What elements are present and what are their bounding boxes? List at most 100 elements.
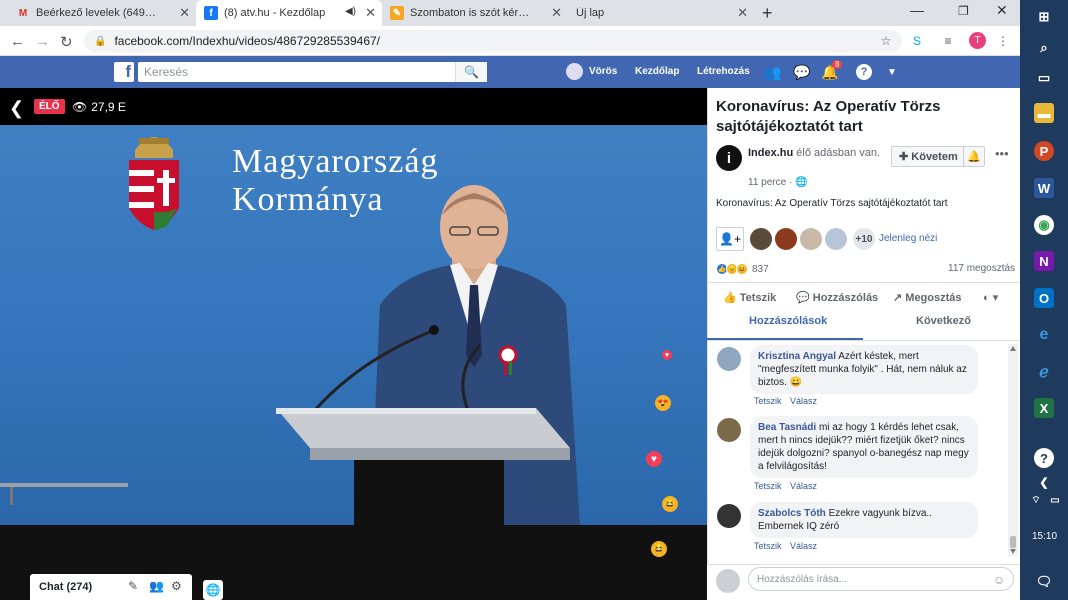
outlook-icon[interactable]: O — [1034, 288, 1054, 308]
tab-new[interactable]: Új lap ✕ — [568, 0, 754, 26]
minimize-button[interactable]: — — [910, 2, 924, 18]
friends-icon[interactable]: 👥 — [764, 64, 781, 81]
word-icon[interactable]: W — [1034, 178, 1054, 198]
help-icon[interactable]: ? — [856, 64, 872, 80]
comment-like-link[interactable]: Tetszik — [754, 396, 782, 406]
action-center-icon[interactable]: 🗨 — [1034, 572, 1054, 592]
account-menu-icon[interactable]: ▼ — [887, 67, 897, 78]
back-arrow-icon[interactable]: ❮ — [9, 98, 24, 119]
more-options-icon[interactable]: ••• — [995, 146, 1009, 161]
nav-home[interactable]: Kezdőlap — [635, 66, 679, 77]
messenger-icon[interactable]: 💬 — [793, 64, 810, 81]
edge-icon[interactable]: e — [1034, 325, 1054, 345]
post-time[interactable]: 11 perce · 🌐 — [748, 177, 808, 188]
playlist-icon[interactable]: ≡ — [940, 33, 956, 49]
back-icon[interactable]: ← — [10, 33, 25, 50]
search-icon[interactable]: ⌕ — [1034, 38, 1054, 58]
emoji-icon[interactable]: ☺ — [993, 573, 1005, 587]
nav-user[interactable]: Vörös — [589, 66, 617, 77]
globe-icon[interactable]: 🌐 — [203, 580, 223, 600]
tab-index[interactable]: ✎ Szombaton is szót kér az operatív ✕ — [382, 0, 568, 26]
speaker-icon[interactable]: ◀) — [345, 6, 356, 17]
windows-start-icon[interactable]: ⊞ — [1034, 7, 1054, 27]
battery-icon[interactable]: ▭ — [1045, 490, 1065, 510]
comment-label: Hozzászólás — [812, 292, 879, 304]
viewer-avatar[interactable] — [750, 228, 772, 250]
tab-next[interactable]: Következő — [916, 315, 971, 327]
comment-bubble: Bea Tasnádi mi az hogy 1 kérdés lehet cs… — [750, 416, 978, 478]
reaction-count: 837 — [752, 263, 769, 275]
watching-label[interactable]: Jelenleg nézi — [879, 233, 937, 244]
comment-button[interactable]: 💬 Hozzászólás — [796, 291, 878, 304]
close-tab-icon[interactable]: ✕ — [365, 5, 376, 21]
close-tab-icon[interactable]: ✕ — [737, 5, 748, 21]
new-tab-button[interactable]: + — [762, 3, 773, 24]
onenote-icon[interactable]: N — [1034, 251, 1054, 271]
viewer-avatar[interactable] — [825, 228, 847, 250]
comment-like-link[interactable]: Tetszik — [754, 481, 782, 491]
more-viewers-count[interactable]: +10 — [853, 228, 875, 250]
restore-button[interactable]: ❐ — [958, 4, 969, 18]
address-bar[interactable]: 🔒 facebook.com/Indexhu/videos/4867292855… — [84, 30, 902, 52]
tab-gmail[interactable]: M Beérkező levelek (649) - frizbi.vo ✕ — [8, 0, 196, 26]
comment-reply-link[interactable]: Válasz — [790, 396, 817, 406]
viewer-avatar[interactable] — [800, 228, 822, 250]
chat-bar[interactable]: Chat (274) — [30, 574, 192, 600]
page-name[interactable]: Index.hu — [748, 147, 793, 159]
search-icon[interactable]: 🔍 — [455, 62, 487, 82]
compose-icon[interactable]: ✎ — [128, 579, 138, 593]
task-view-icon[interactable]: ▭ — [1034, 68, 1054, 88]
like-button[interactable]: 👍 Tetszik — [723, 291, 776, 304]
reaction-summary[interactable]: 👍 😠 😆 837 — [716, 263, 769, 275]
viewer-avatar[interactable] — [775, 228, 797, 250]
comment-input[interactable]: Hozzászólás írása... — [748, 567, 1014, 591]
reload-icon[interactable]: ↻ — [60, 33, 73, 51]
commenter-avatar[interactable] — [717, 418, 741, 442]
close-tab-icon[interactable]: ✕ — [551, 5, 562, 21]
share-button[interactable]: ↗ Megosztás — [893, 291, 962, 304]
wifi-icon[interactable]: ⌔ — [1026, 490, 1046, 510]
follow-button[interactable]: ✚ Követem — [891, 146, 966, 167]
excel-icon[interactable]: X — [1034, 398, 1054, 418]
powerpoint-icon[interactable]: P — [1034, 141, 1054, 161]
commenter-avatar[interactable] — [717, 504, 741, 528]
facebook-icon: f — [204, 6, 218, 20]
chrome-icon[interactable]: ◉ — [1034, 215, 1054, 235]
search-input[interactable]: Keresés — [138, 62, 487, 82]
comment-like-link[interactable]: Tetszik — [754, 541, 782, 551]
user-avatar[interactable] — [566, 63, 583, 80]
gear-icon[interactable]: ⚙ — [171, 579, 182, 593]
bookmark-star-icon[interactable]: ☆ — [878, 33, 894, 49]
comment-author[interactable]: Krisztina Angyal — [758, 351, 836, 362]
tab-facebook[interactable]: f (8) atv.hu - Kezdőlap ◀) ✕ — [196, 0, 382, 26]
skype-icon[interactable]: S — [909, 33, 925, 49]
file-explorer-icon[interactable]: ▬ — [1034, 103, 1054, 123]
haha-reaction-icon: 😆 — [736, 263, 748, 275]
profile-avatar[interactable]: T — [969, 32, 986, 49]
internet-explorer-icon[interactable]: ℯ — [1034, 362, 1054, 382]
comment-author[interactable]: Szabolcs Tóth — [758, 508, 826, 519]
page-logo-icon[interactable]: i — [716, 145, 742, 171]
help-icon[interactable]: ? — [1034, 448, 1054, 468]
video-title: Koronavírus: Az Operatív Törzs sajtótájé… — [716, 98, 941, 135]
system-tray-chevron-icon[interactable]: ❮ — [1034, 472, 1054, 492]
comments-scrollbar[interactable] — [1008, 344, 1018, 556]
close-tab-icon[interactable]: ✕ — [179, 5, 190, 21]
notify-bell-icon[interactable]: 🔔 — [963, 146, 985, 167]
nav-create[interactable]: Létrehozás — [697, 66, 750, 77]
add-friend-icon[interactable]: 👤+ — [716, 227, 744, 251]
close-window-button[interactable]: ✕ — [996, 2, 1008, 19]
forward-icon[interactable]: → — [35, 33, 50, 50]
comment-reply-link[interactable]: Válasz — [790, 481, 817, 491]
tab-comments[interactable]: Hozzászólások — [749, 315, 827, 327]
audience-selector[interactable]: ◐ ▾ — [983, 291, 998, 304]
taskbar-clock[interactable]: 15:10 — [1032, 531, 1057, 542]
commenter-avatar[interactable] — [717, 347, 741, 371]
menu-icon[interactable]: ⋮ — [995, 33, 1011, 49]
share-count[interactable]: 117 megosztás — [948, 263, 1015, 274]
group-icon[interactable]: 👥 — [149, 579, 164, 593]
comment-reply-link[interactable]: Válasz — [790, 541, 817, 551]
comment-author[interactable]: Bea Tasnádi — [758, 422, 816, 433]
tab-divider — [707, 340, 1020, 341]
facebook-logo-icon[interactable]: f — [114, 62, 134, 82]
